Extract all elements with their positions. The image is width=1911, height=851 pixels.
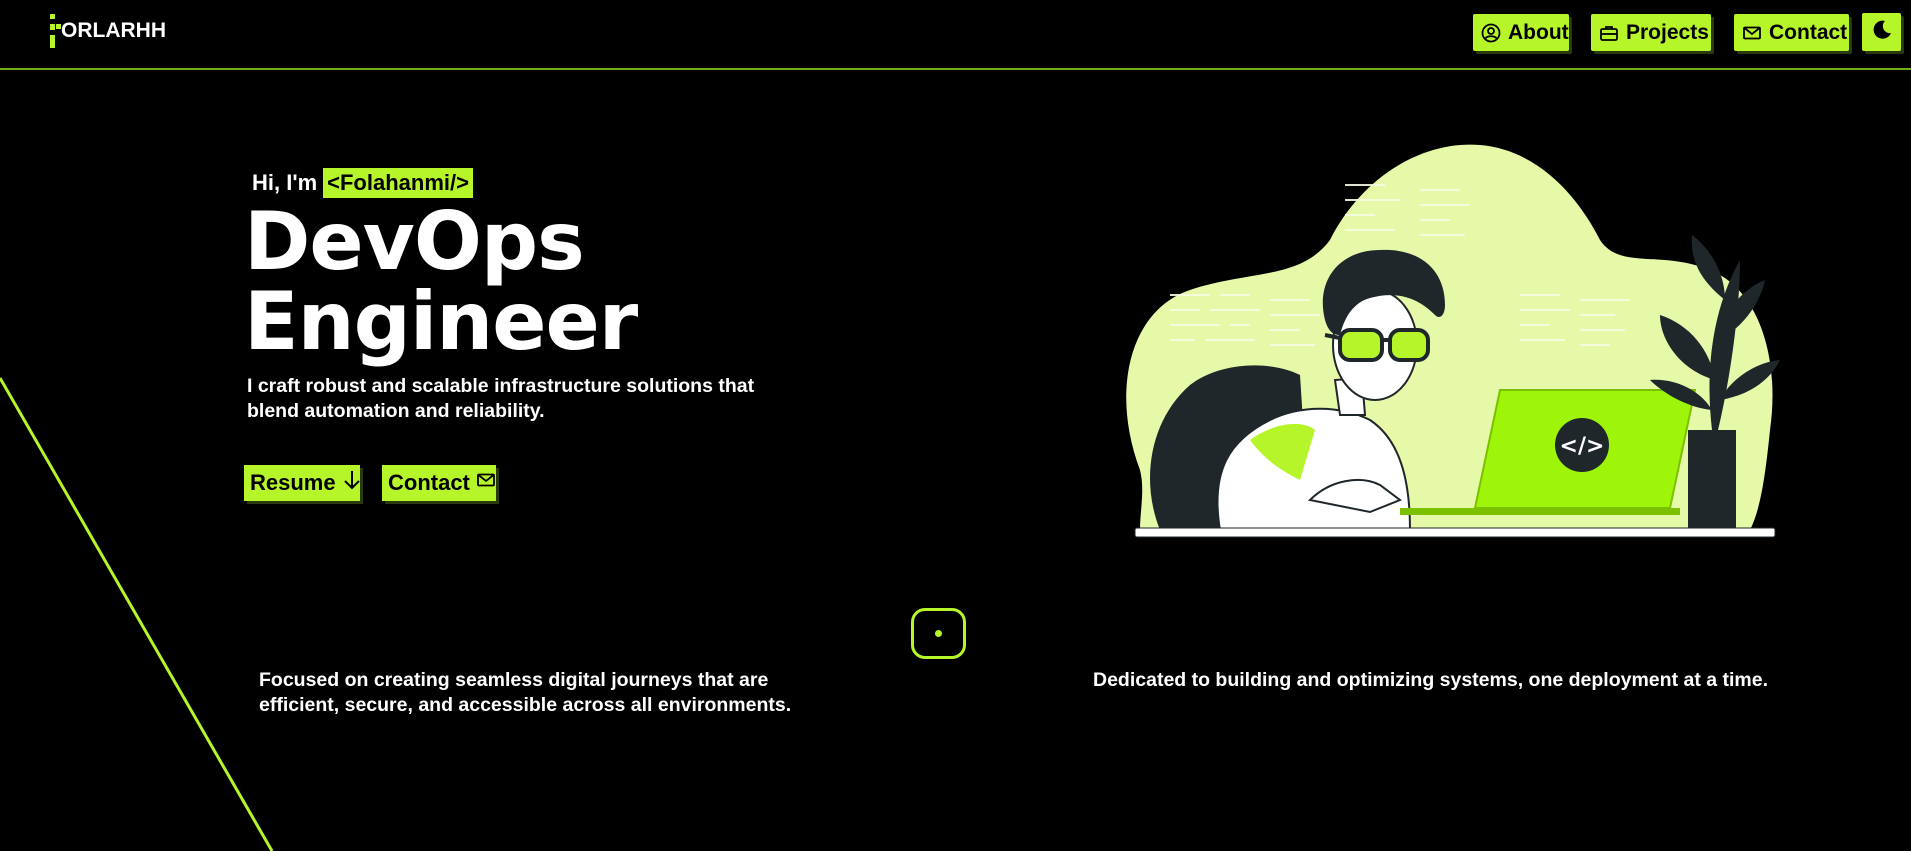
resume-label: Resume — [250, 470, 336, 495]
hero-greeting: Hi, I'm <Folahanmi/> — [252, 167, 473, 198]
mail-icon — [476, 470, 496, 496]
user-circle-icon — [1481, 23, 1501, 43]
moon-icon — [1870, 18, 1894, 47]
site-header: ORLARHH About Projects Contact — [0, 0, 1911, 70]
logo-text: ORLARHH — [61, 19, 166, 42]
contact-label: Contact — [388, 470, 470, 495]
scroll-dot — [935, 630, 942, 637]
scroll-indicator[interactable] — [911, 608, 966, 659]
contact-button[interactable]: Contact — [382, 465, 496, 501]
nav-projects-label: Projects — [1626, 20, 1709, 44]
site-logo[interactable]: ORLARHH — [47, 14, 166, 48]
briefcase-icon — [1599, 23, 1619, 43]
developer-illustration: </> — [1126, 144, 1780, 538]
nav-contact-label: Contact — [1769, 20, 1848, 44]
mail-icon — [1742, 23, 1762, 43]
name-highlight: <Folahanmi/> — [323, 167, 473, 198]
nav-about-button[interactable]: About — [1473, 14, 1569, 51]
nav-contact-button[interactable]: Contact — [1734, 14, 1849, 51]
resume-button[interactable]: Resume — [244, 465, 360, 501]
blurb-right: Dedicated to building and optimizing sys… — [1093, 669, 1769, 691]
role-line-2: Engineer — [244, 275, 638, 368]
theme-toggle-button[interactable] — [1862, 13, 1901, 51]
arrow-down-icon — [342, 469, 362, 497]
logo-mark-icon — [47, 14, 63, 48]
nav-projects-button[interactable]: Projects — [1591, 14, 1711, 51]
blurb-left: Focused on creating seamless digital jou… — [259, 669, 792, 716]
nav-about-label: About — [1508, 20, 1569, 44]
role-line-1: DevOps — [244, 195, 585, 288]
hero-tagline: I craft robust and scalable infrastructu… — [247, 375, 755, 422]
greeting-text: Hi, I'm — [252, 169, 318, 195]
hero-role-title: DevOps Engineer — [244, 195, 638, 368]
laptop-code-glyph: </> — [1560, 434, 1605, 459]
